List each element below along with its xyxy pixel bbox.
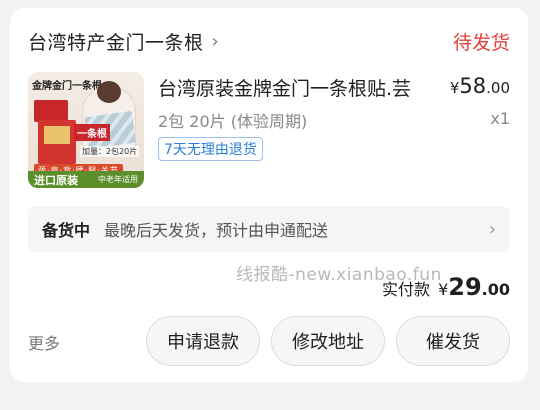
chevron-right-icon: ›	[211, 31, 219, 52]
thumbnail-footer-right: 中老年适用	[98, 175, 138, 184]
price-decimal: .00	[486, 79, 510, 97]
paid-label: 实付款	[382, 280, 431, 299]
paid-amount: 实付款 ¥29.00	[382, 273, 510, 301]
thumbnail-brand-text: 金牌金门一条根	[32, 81, 102, 92]
shipping-status-bar[interactable]: 备货中 最晚后天发货，预计由申通配送 ›	[28, 206, 510, 252]
order-card: 台湾特产金门一条根 › 待发货 金牌金门一条根 一条根 加量：2包20片 颈·肩…	[10, 8, 528, 382]
product-box-graphic	[34, 100, 68, 122]
price-integer: 58	[459, 74, 487, 98]
thumbnail-footer: 进口原装 中老年适用	[28, 171, 144, 188]
price-currency: ¥	[449, 79, 460, 97]
product-quantity: x1	[490, 109, 510, 128]
shipping-status: 备货中	[42, 221, 91, 240]
product-spec: 2包 20片 (体验周期)	[158, 112, 308, 131]
product-thumbnail[interactable]: 金牌金门一条根 一条根 加量：2包20片 颈·肩·背·腰·腿·关节 进口原装 中…	[28, 72, 144, 188]
product-box-graphic	[38, 120, 76, 164]
return-policy-badge: 7天无理由退货	[158, 137, 263, 161]
product-title[interactable]: 台湾原装金牌金门一条根贴.芸	[158, 74, 428, 101]
paid-decimal: .00	[481, 280, 510, 299]
change-address-button[interactable]: 修改地址	[271, 316, 385, 366]
thumbnail-tag: 一条根	[74, 124, 110, 141]
paid-currency: ¥	[438, 280, 449, 299]
refund-button[interactable]: 申请退款	[146, 316, 260, 366]
shop-name[interactable]: 台湾特产金门一条根	[28, 28, 204, 55]
chevron-right-icon: ›	[488, 218, 496, 240]
paid-integer: 29	[448, 273, 482, 301]
product-price: ¥58.00	[450, 74, 510, 98]
urge-shipment-button[interactable]: 催发货	[396, 316, 510, 366]
thumbnail-footer-left: 进口原装	[34, 173, 78, 187]
more-button[interactable]: 更多	[28, 330, 60, 354]
shop-link[interactable]: 台湾特产金门一条根 ›	[28, 28, 219, 55]
order-status: 待发货	[452, 32, 510, 54]
shipping-description: 最晚后天发货，预计由申通配送	[104, 221, 329, 240]
thumbnail-tag-sub: 加量：2包20片	[80, 146, 140, 157]
